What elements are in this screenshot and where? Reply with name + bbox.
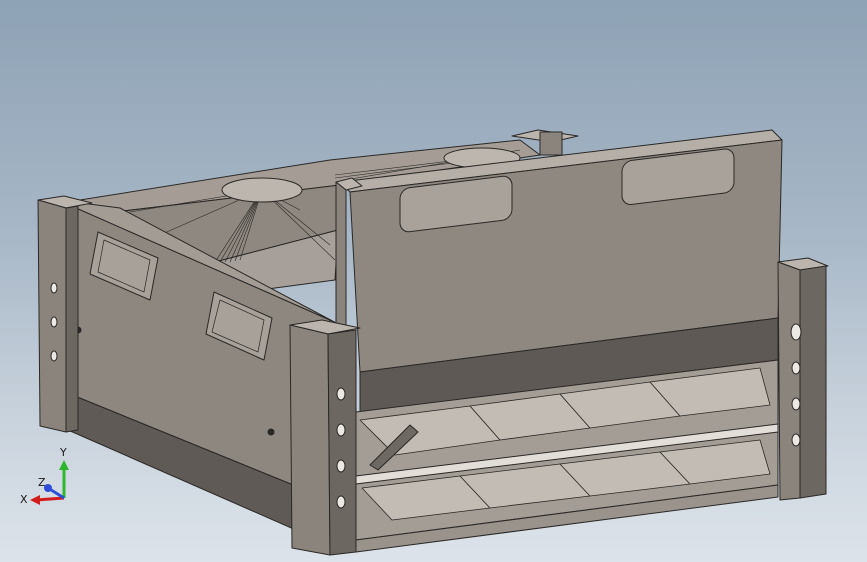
triad-z-label: Z [38,476,46,489]
view-orientation-triad[interactable]: Y X Z [20,446,69,506]
triad-x-label: X [20,493,28,506]
corner-post-right [777,257,829,501]
triad-y-label: Y [59,446,67,459]
model-3d-view[interactable]: Y X Z [0,0,867,562]
graphics-viewport[interactable]: Y X Z [0,0,867,562]
inlet-flange-left [221,177,303,203]
triad-x-axis [35,496,65,502]
